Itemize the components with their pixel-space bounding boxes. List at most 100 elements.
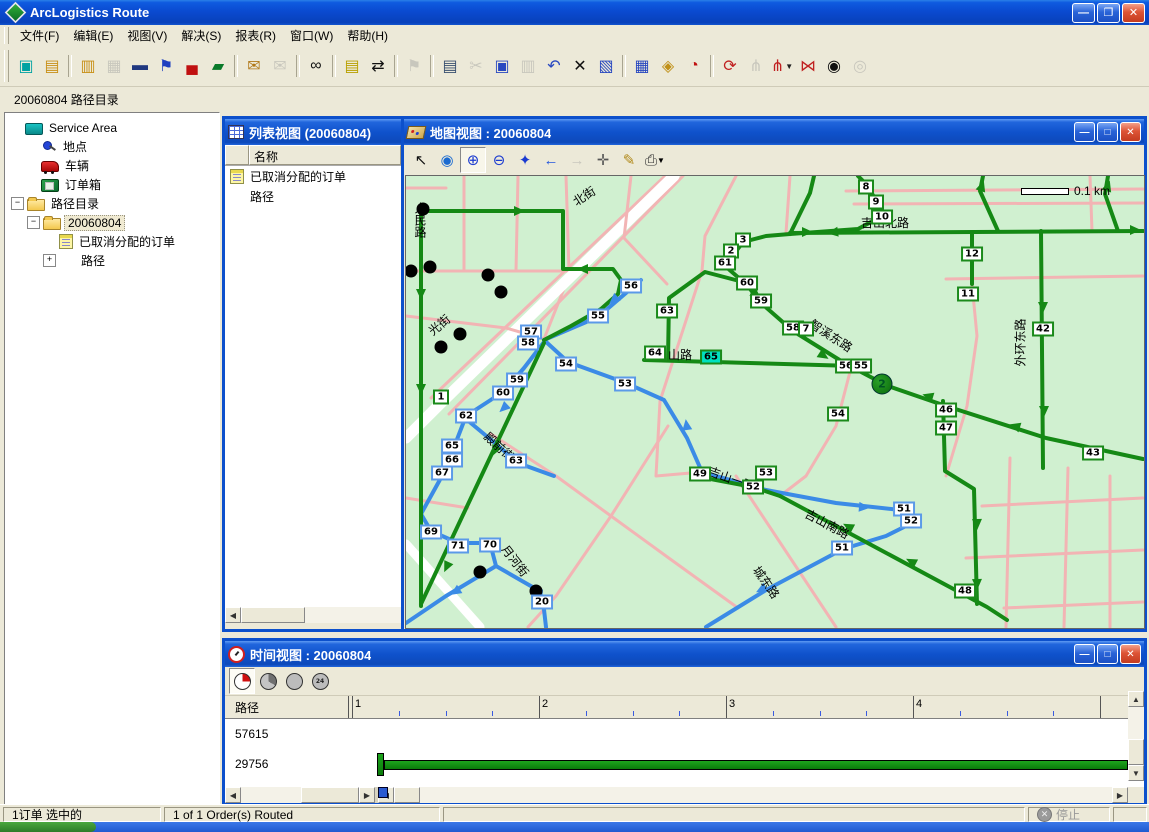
copy-button[interactable]: ▣ xyxy=(489,53,515,79)
timeline-hscrollbar[interactable]: ◀ ▶ xyxy=(378,787,1128,803)
stop-marker-65[interactable]: 65 xyxy=(441,439,463,454)
open-button[interactable]: ▤ xyxy=(39,53,65,79)
collapse-icon[interactable]: − xyxy=(11,197,24,210)
properties-button[interactable]: ▤ xyxy=(437,53,463,79)
resequence-button[interactable]: ⋔▼ xyxy=(769,53,795,79)
save-button[interactable]: ▬ xyxy=(127,53,153,79)
column-header-name[interactable]: 名称 xyxy=(249,145,401,165)
stop-marker-63[interactable]: 63 xyxy=(505,454,527,469)
stop-marker-65[interactable]: 65 xyxy=(700,350,722,365)
menu-item-7[interactable]: 帮助(H) xyxy=(340,25,395,46)
stop-marker-67[interactable]: 67 xyxy=(431,466,453,481)
stop-marker-62[interactable]: 62 xyxy=(455,409,477,424)
stop-marker-58[interactable]: 58 xyxy=(517,336,539,351)
paste-into-button[interactable]: ▧ xyxy=(593,53,619,79)
map-close-button[interactable]: ✕ xyxy=(1120,122,1141,142)
scroll-down-icon[interactable]: ▼ xyxy=(1128,765,1144,781)
unassigned-stop-dot[interactable] xyxy=(495,286,508,299)
stop-marker-55[interactable]: 55 xyxy=(850,359,872,374)
stop-marker-56[interactable]: 56 xyxy=(620,279,642,294)
time-scale-quarter-button[interactable] xyxy=(229,668,255,694)
new-folder-button[interactable]: ▥ xyxy=(75,53,101,79)
back-button[interactable]: ← xyxy=(538,147,564,173)
toolbar-gripper[interactable] xyxy=(4,50,9,82)
menu-item-6[interactable]: 窗口(W) xyxy=(283,25,340,46)
menu-item-1[interactable]: 文件(F) xyxy=(13,25,66,46)
stop-marker-49[interactable]: 49 xyxy=(689,467,711,482)
scroll-left-icon[interactable]: ◀ xyxy=(225,787,241,803)
zoom-selected-button[interactable]: ✦ xyxy=(512,147,538,173)
map-minimize-button[interactable]: — xyxy=(1074,122,1095,142)
stop-button[interactable]: ✕ 停止 xyxy=(1028,807,1110,822)
route-bar-start-marker[interactable] xyxy=(377,753,384,776)
new-schedule-button[interactable]: ▣ xyxy=(13,53,39,79)
stop-marker-52[interactable]: 52 xyxy=(900,514,922,529)
unassigned-stop-dot[interactable] xyxy=(482,269,495,282)
restore-button[interactable]: ❐ xyxy=(1097,3,1120,23)
import-orders-button[interactable]: ✉ xyxy=(241,53,267,79)
stop-marker-53[interactable]: 53 xyxy=(755,466,777,481)
scroll-right-icon[interactable]: ▶ xyxy=(359,787,375,803)
tree-item-已取消分配的订单[interactable]: 已取消分配的订单 xyxy=(5,232,219,251)
list-view-button[interactable]: ▤ xyxy=(339,53,365,79)
tree-item-订单箱[interactable]: 订单箱 xyxy=(5,175,219,194)
dropdown-arrow-icon[interactable]: ▼ xyxy=(785,62,793,71)
scrollbar-thumb[interactable] xyxy=(1128,739,1144,765)
stop-marker-46[interactable]: 46 xyxy=(935,403,957,418)
time-close-button[interactable]: ✕ xyxy=(1120,644,1141,664)
scroll-right-icon[interactable]: ▶ xyxy=(1112,787,1128,803)
scroll-left-icon[interactable]: ◀ xyxy=(225,607,241,623)
stop-marker-71[interactable]: 71 xyxy=(447,539,469,554)
zoom-out-button[interactable]: ⊖ xyxy=(486,147,512,173)
stop-marker-61[interactable]: 61 xyxy=(714,256,736,271)
tree-item-路径目录[interactable]: −路径目录 xyxy=(5,194,219,213)
vehicles-button[interactable]: ▄ xyxy=(179,53,205,79)
menu-item-2[interactable]: 编辑(E) xyxy=(66,25,120,46)
map-view-button[interactable]: ◈ xyxy=(655,53,681,79)
time-view-vscrollbar[interactable]: ▲ ▼ xyxy=(1128,691,1144,781)
route-column-header[interactable]: 路径 xyxy=(235,699,259,716)
unassigned-stop-dot[interactable] xyxy=(454,328,467,341)
time-scale-hour-button[interactable] xyxy=(281,668,307,694)
stop-marker-59[interactable]: 59 xyxy=(750,294,772,309)
stop-marker-42[interactable]: 42 xyxy=(1032,322,1054,337)
list-view-caption[interactable]: 列表视图 (20060804) xyxy=(225,119,401,145)
tree-item-地点[interactable]: 地点 xyxy=(5,137,219,156)
solve-button[interactable]: ⟳ xyxy=(717,53,743,79)
stop-marker-12[interactable]: 12 xyxy=(961,247,983,262)
list-item-已取消分配的订单[interactable]: 已取消分配的订单 xyxy=(225,166,401,186)
menu-gripper[interactable] xyxy=(4,27,9,44)
zoom-in-button[interactable]: ⊕ xyxy=(460,147,486,173)
tree-item-路径[interactable]: +路径 xyxy=(5,251,219,270)
tree-item-车辆[interactable]: 车辆 xyxy=(5,156,219,175)
stop-marker-1[interactable]: 1 xyxy=(433,390,449,405)
stop-marker-43[interactable]: 43 xyxy=(1082,446,1104,461)
time-scale-24h-button[interactable]: 24 xyxy=(307,668,333,694)
stop-marker-7[interactable]: 7 xyxy=(798,322,814,337)
stop-marker-11[interactable]: 11 xyxy=(957,287,979,302)
unassigned-stop-dot[interactable] xyxy=(417,203,430,216)
time-minimize-button[interactable]: — xyxy=(1074,644,1095,664)
stop-marker-8[interactable]: 8 xyxy=(858,180,874,195)
route-badge-2[interactable]: 2 xyxy=(872,374,893,395)
selected-order-marker[interactable] xyxy=(378,787,388,798)
menu-item-3[interactable]: 视图(V) xyxy=(120,25,174,46)
time-view-button[interactable]: ◔ xyxy=(681,53,707,79)
route-time-bar[interactable] xyxy=(384,760,1128,770)
unassigned-stop-dot[interactable] xyxy=(474,566,487,579)
draw-button[interactable]: ✎ xyxy=(616,147,642,173)
stop-marker-10[interactable]: 10 xyxy=(871,210,893,225)
map-maximize-button[interactable]: □ xyxy=(1097,122,1118,142)
route-column-hscrollbar[interactable]: ◀ ▶ xyxy=(225,787,375,803)
minimize-button[interactable]: — xyxy=(1072,3,1095,23)
time-maximize-button[interactable]: □ xyxy=(1097,644,1118,664)
stop-marker-60[interactable]: 60 xyxy=(492,386,514,401)
stop-marker-48[interactable]: 48 xyxy=(954,584,976,599)
collapse-icon[interactable]: − xyxy=(27,216,40,229)
pan-button[interactable]: ✛ xyxy=(590,147,616,173)
list-view-hscrollbar[interactable]: ◀ xyxy=(225,607,401,623)
route-row-label-29756[interactable]: 29756 xyxy=(235,757,268,771)
print-button[interactable]: ⎙▼ xyxy=(642,147,668,173)
list-item-路径[interactable]: 路径 xyxy=(225,186,401,206)
map-canvas[interactable]: 0.1 km 北街人民路光街山路智溪东路吉山北路外环东路吉山一路吉山南路月河街城… xyxy=(405,175,1145,629)
